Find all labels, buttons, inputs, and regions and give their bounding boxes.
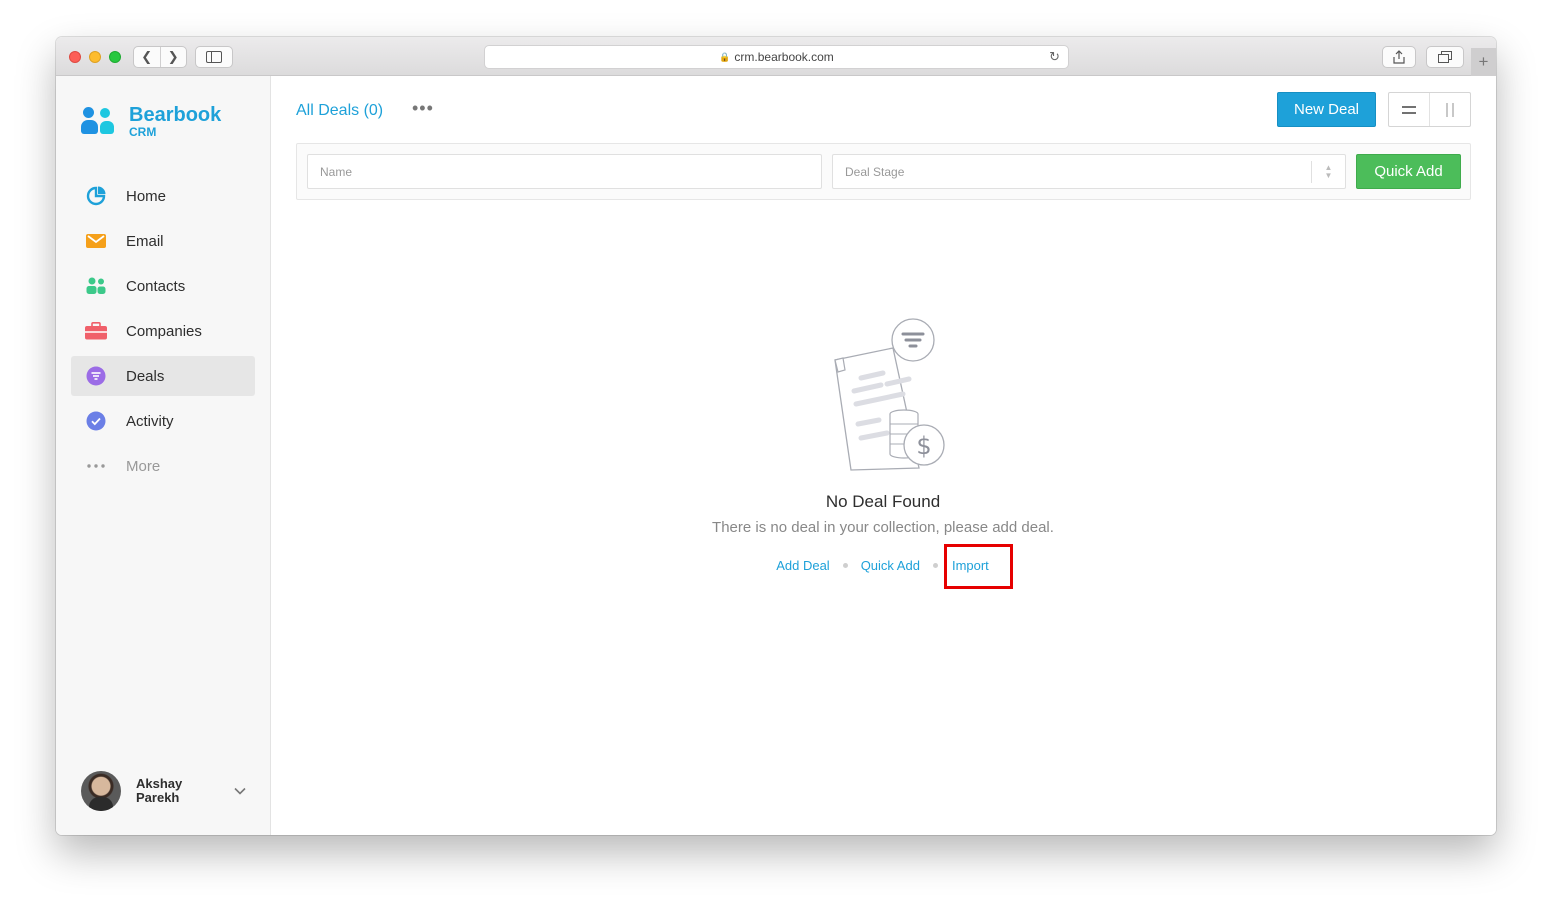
quick-add-bar: Name Deal Stage ▲ ▼ Quick Add: [296, 143, 1471, 200]
empty-deals-illustration: $: [834, 318, 945, 471]
app-logo[interactable]: Bearbook CRM: [81, 105, 221, 139]
sidebar-menu: Home Email Contacts Companies Deals Acti…: [71, 176, 255, 491]
select-arrows-icon: ▲ ▼: [1311, 161, 1345, 183]
share-button[interactable]: [1382, 46, 1416, 68]
sidebar-item-label: Home: [126, 187, 167, 205]
check-icon: [85, 411, 107, 431]
briefcase-icon: [85, 321, 107, 341]
address-bar[interactable]: 🔒 crm.bearbook.com ↻: [484, 45, 1069, 69]
lock-icon: 🔒: [719, 51, 731, 62]
user-name: Akshay Parekh: [136, 777, 216, 805]
new-deal-button[interactable]: New Deal: [1277, 92, 1376, 127]
empty-state-title: No Deal Found: [825, 492, 941, 511]
quick-add-button[interactable]: Quick Add: [1356, 154, 1461, 189]
sidebar-item-home[interactable]: Home: [71, 176, 255, 216]
sidebar-item-label: Deals: [126, 367, 165, 385]
empty-state-description: There is no deal in your collection, ple…: [712, 519, 1054, 536]
sidebar-item-email[interactable]: Email: [71, 221, 255, 261]
add-deal-link[interactable]: Add Deal: [776, 558, 829, 573]
minimize-window-button[interactable]: [89, 51, 101, 63]
app-subtitle: CRM: [129, 125, 157, 139]
sidebar-item-label: Email: [126, 232, 164, 250]
main-content: All Deals (0) ••• New Deal Name Deal Sta…: [271, 76, 1496, 835]
name-input[interactable]: Name: [307, 154, 822, 189]
more-dots-icon: [85, 456, 107, 476]
page-title[interactable]: All Deals (0): [296, 102, 383, 120]
sidebar-item-contacts[interactable]: Contacts: [71, 266, 255, 306]
board-view-icon[interactable]: [1430, 93, 1470, 126]
sidebar-item-companies[interactable]: Companies: [71, 311, 255, 351]
chevron-down-icon[interactable]: [234, 784, 246, 798]
user-last-name: Parekh: [136, 790, 180, 805]
sidebar-toggle-button[interactable]: [195, 46, 233, 68]
sidebar-item-label: Companies: [126, 322, 202, 340]
history-nav-group: ❮ ❯: [133, 46, 187, 68]
forward-icon[interactable]: ❯: [161, 47, 187, 67]
empty-state-actions: Add Deal Quick Add Import: [583, 558, 1183, 573]
url-text: crm.bearbook.com: [734, 50, 834, 64]
svg-text:$: $: [916, 432, 931, 460]
separator-dot: [932, 563, 938, 568]
quick-add-link[interactable]: Quick Add: [861, 558, 920, 573]
avatar: [81, 771, 121, 811]
show-tabs-button[interactable]: [1426, 46, 1464, 68]
app-name: Bearbook: [129, 104, 222, 126]
close-window-button[interactable]: [69, 51, 81, 63]
new-tab-button[interactable]: +: [1471, 48, 1496, 76]
reload-icon[interactable]: ↻: [1049, 49, 1060, 65]
share-icon: [1393, 50, 1405, 64]
sidebar-item-label: Contacts: [126, 277, 186, 295]
import-highlight-box: [944, 544, 1013, 589]
view-toggle: [1388, 92, 1471, 127]
separator-dot: [842, 563, 848, 568]
title-bar: ❮ ❯ 🔒 crm.bearbook.com ↻ +: [56, 37, 1496, 76]
sidebar-icon: [206, 51, 222, 63]
browser-window: ❮ ❯ 🔒 crm.bearbook.com ↻ + Bearbook CRM: [56, 37, 1496, 835]
sidebar-item-more[interactable]: More: [71, 446, 255, 486]
tabs-icon: [1438, 51, 1452, 63]
sidebar-item-deals[interactable]: Deals: [71, 356, 255, 396]
contacts-icon: [85, 276, 107, 296]
user-first-name: Akshay: [136, 776, 183, 791]
user-menu[interactable]: Akshay Parekh: [81, 771, 251, 811]
logo-mark-icon: [81, 105, 121, 139]
options-dots-icon[interactable]: •••: [412, 98, 434, 119]
sidebar-item-label: Activity: [126, 412, 174, 430]
deal-stage-select[interactable]: Deal Stage ▲ ▼: [832, 154, 1346, 189]
sidebar-item-activity[interactable]: Activity: [71, 401, 255, 441]
back-icon[interactable]: ❮: [134, 47, 161, 67]
filter-icon: [85, 366, 107, 386]
zoom-window-button[interactable]: [109, 51, 121, 63]
pie-chart-icon: [85, 186, 107, 206]
sidebar-item-label: More: [126, 457, 161, 475]
mail-icon: [85, 231, 107, 251]
deal-stage-placeholder: Deal Stage: [845, 164, 905, 179]
sidebar: Bearbook CRM Home Email Contacts Compani…: [56, 76, 271, 835]
list-view-icon[interactable]: [1389, 93, 1430, 126]
